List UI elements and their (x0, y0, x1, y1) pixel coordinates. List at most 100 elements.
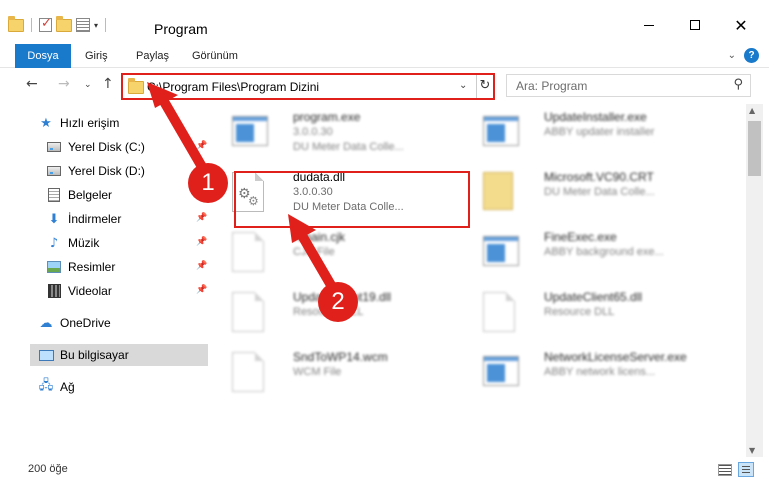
sidebar-item-documents[interactable]: Belgeler (46, 184, 208, 206)
scroll-up-icon[interactable]: ▲ (749, 106, 755, 115)
details-view-icon[interactable] (718, 464, 732, 476)
file-detail: DU Meter Data Colle... (544, 186, 655, 198)
exe-icon (483, 112, 519, 154)
sidebar-item-downloads[interactable]: ⬇ İndirmeler (46, 208, 208, 230)
file-item[interactable]: program.exe 3.0.0.30 DU Meter Data Colle… (218, 104, 463, 162)
pin-icon[interactable]: 📌 (196, 285, 207, 295)
file-detail: ABBY network licens... (544, 366, 656, 378)
help-icon[interactable]: ? (744, 48, 759, 63)
sidebar-item-label: Belgeler (68, 188, 113, 202)
recent-locations-dropdown-icon[interactable]: ⌄ (84, 80, 92, 90)
quick-access-toolbar: ▾ (8, 15, 109, 32)
file-list: program.exe 3.0.0.30 DU Meter Data Colle… (218, 104, 746, 440)
forward-button[interactable]: → (58, 76, 70, 92)
tab-file[interactable]: Dosya (15, 44, 71, 68)
file-item[interactable]: Microsoft.VC90.CRT DU Meter Data Colle..… (469, 164, 714, 222)
file-name: FineExec.exe (544, 230, 617, 244)
tiles-view-icon[interactable] (738, 462, 754, 477)
sidebar-item-music[interactable]: ♪ Müzik (46, 232, 208, 254)
refresh-button[interactable]: ↻ (476, 75, 493, 98)
file-detail: ABBY updater installer (544, 126, 655, 138)
quick-access-dropdown-icon[interactable]: ▾ (94, 21, 98, 30)
exe-icon (483, 232, 519, 274)
address-path[interactable]: C:\Program Files\Program Dizini (147, 80, 319, 94)
highlight-box (234, 171, 470, 228)
file-item[interactable]: FineExec.exe ABBY background exe... (469, 224, 714, 282)
vertical-scrollbar[interactable]: ▲ ▼ (746, 104, 763, 457)
tab-home[interactable]: Giriş (85, 44, 108, 68)
file-item[interactable]: SndToWP14.wcm WCM File (218, 344, 463, 402)
properties-check-icon[interactable] (39, 16, 52, 32)
minimize-button[interactable] (626, 10, 672, 40)
new-folder-icon[interactable] (56, 15, 72, 32)
sidebar-item-network[interactable]: 🖧 Ağ (38, 376, 208, 398)
file-detail: Resource DLL (544, 306, 615, 318)
sidebar-item-label: Müzik (68, 236, 100, 250)
divider (105, 18, 107, 32)
item-count: 200 öğe (28, 463, 68, 475)
minimize-icon (644, 24, 654, 26)
pin-icon[interactable]: 📌 (196, 237, 207, 247)
search-icon[interactable]: ⚲ (733, 77, 743, 92)
drive-icon (46, 139, 62, 155)
file-name: SndToWP14.wcm (293, 350, 388, 364)
sidebar-item-local-disk-c[interactable]: Yerel Disk (C:) (46, 136, 208, 158)
pin-icon[interactable]: 📌 (196, 141, 207, 151)
star-icon: ★ (40, 115, 52, 131)
sidebar-item-quick-access[interactable]: ★ Hızlı erişim (38, 112, 208, 134)
sidebar-item-onedrive[interactable]: ☁ OneDrive (38, 312, 208, 334)
network-icon: 🖧 (38, 378, 54, 393)
pin-icon[interactable]: 📌 (196, 213, 207, 223)
properties-icon[interactable] (76, 18, 90, 32)
sidebar-item-label: OneDrive (60, 316, 111, 330)
file-item[interactable]: UpdateInstaller.exe ABBY updater install… (469, 104, 714, 162)
navigation-pane: ★ Hızlı erişim Yerel Disk (C:) 📌 Yerel D… (0, 106, 210, 442)
file-detail: CJK File (293, 246, 335, 258)
search-input[interactable]: Ara: Program ⚲ (506, 74, 751, 97)
file-item[interactable]: Kmain.cjk CJK File (218, 224, 463, 282)
tab-view[interactable]: Görünüm (192, 44, 238, 68)
status-bar: 200 öğe (0, 457, 769, 491)
file-name: NetworkLicenseServer.exe (544, 350, 687, 364)
search-placeholder: Ara: Program (516, 79, 588, 93)
sidebar-item-label: İndirmeler (68, 212, 122, 226)
ribbon-tabs: Dosya Giriş Paylaş Görünüm ⌄ ? (0, 44, 769, 68)
close-button[interactable]: ✕ (718, 10, 764, 40)
file-icon (232, 232, 266, 274)
sidebar-item-videos[interactable]: Videolar (46, 280, 208, 302)
address-dropdown-icon[interactable]: ⌄ (459, 80, 467, 91)
sidebar-item-label: Yerel Disk (D:) (68, 164, 145, 178)
sidebar-item-label: Yerel Disk (C:) (68, 140, 145, 154)
sidebar-item-label: Videolar (68, 284, 112, 298)
up-button[interactable]: ↑ (102, 76, 114, 92)
sidebar-item-this-pc[interactable]: Bu bilgisayar (30, 344, 208, 366)
sidebar-item-label: Ağ (60, 380, 75, 394)
file-name: program.exe (293, 110, 361, 124)
file-detail: ABBY background exe... (544, 246, 664, 258)
maximize-icon (690, 20, 700, 30)
documents-icon (46, 187, 62, 203)
scroll-down-icon[interactable]: ▼ (749, 446, 755, 455)
address-bar[interactable]: C:\Program Files\Program Dizini ⌄ ↻ (121, 73, 495, 100)
file-item[interactable]: UpdateClient65.dll Resource DLL (469, 284, 714, 342)
tab-share[interactable]: Paylaş (136, 44, 169, 68)
expand-ribbon-icon[interactable]: ⌄ (728, 50, 736, 61)
exe-icon (483, 352, 519, 394)
file-detail: 3.0.0.30 (293, 126, 333, 138)
maximize-button[interactable] (672, 10, 718, 40)
sidebar-item-label: Bu bilgisayar (60, 348, 129, 362)
step-2-callout: 2 (318, 282, 358, 322)
scrollbar-thumb[interactable] (748, 121, 761, 176)
file-icon (232, 352, 266, 394)
sidebar-item-local-disk-d[interactable]: Yerel Disk (D:) (46, 160, 208, 182)
computer-icon (38, 347, 54, 363)
sidebar-item-pictures[interactable]: Resimler (46, 256, 208, 278)
divider (31, 18, 32, 32)
window-title: Program (154, 21, 208, 37)
exe-icon (232, 112, 268, 154)
pin-icon[interactable]: 📌 (196, 261, 207, 271)
back-button[interactable]: ← (26, 76, 38, 92)
file-item[interactable]: NetworkLicenseServer.exe ABBY network li… (469, 344, 714, 402)
pictures-icon (46, 259, 62, 275)
folder-icon (483, 172, 517, 214)
